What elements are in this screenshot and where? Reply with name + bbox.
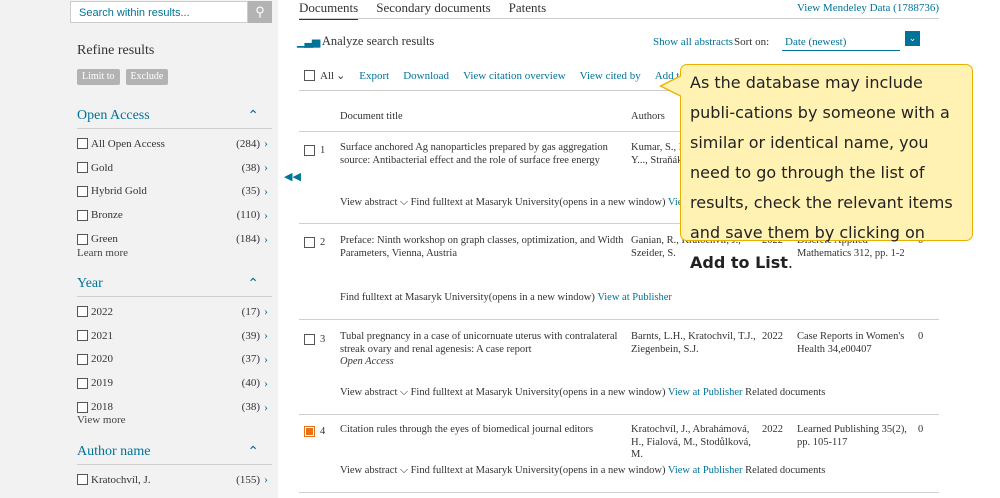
result-title[interactable]: Citation rules through the eyes of biome… xyxy=(340,424,630,437)
facet-item[interactable]: 2020 (37) › xyxy=(77,348,272,372)
analyze-results-link[interactable]: ▁▃▅ Analyze search results xyxy=(297,34,434,49)
result-authors[interactable]: Kratochvíl, J., Abrahámová, H., Fialová,… xyxy=(631,424,759,462)
search-icon[interactable]: ⚲ xyxy=(248,1,272,23)
checkbox[interactable] xyxy=(77,474,88,486)
cited-by-button[interactable]: View cited by xyxy=(580,70,641,82)
checkbox[interactable] xyxy=(77,306,88,318)
chevron-right-icon[interactable]: › xyxy=(264,184,272,199)
chevron-right-icon[interactable]: › xyxy=(264,304,272,319)
chevron-right-icon[interactable]: › xyxy=(264,208,272,223)
mendeley-data-link[interactable]: View Mendeley Data (1788736) xyxy=(797,2,939,14)
checkbox[interactable] xyxy=(77,353,88,365)
facet-author-header[interactable]: Author name ⌃ xyxy=(77,444,267,461)
result-links[interactable]: View abstract ⌵ Find fulltext at Masaryk… xyxy=(340,465,825,477)
checkbox[interactable] xyxy=(77,401,88,413)
chevron-right-icon[interactable]: › xyxy=(264,136,272,151)
facet-title: Year xyxy=(77,276,103,291)
instruction-callout: As the database may include publi-cation… xyxy=(659,64,973,272)
facet-item[interactable]: 2021 (39) › xyxy=(77,324,272,348)
result-links[interactable]: View abstract ⌵ Find fulltext at Masaryk… xyxy=(340,197,709,209)
facet-year-header[interactable]: Year ⌃ xyxy=(77,276,267,293)
result-cited[interactable]: 0 xyxy=(918,424,923,435)
tab-secondary-documents[interactable]: Secondary documents xyxy=(376,0,490,20)
facet-open-access-header[interactable]: Open Access ⌃ xyxy=(77,108,267,125)
result-checkbox[interactable] xyxy=(304,145,315,156)
facet-item[interactable]: Hybrid Gold (35) › xyxy=(77,180,272,204)
facet-item[interactable]: 2022 (17) › xyxy=(77,300,272,324)
exclude-button[interactable]: Exclude xyxy=(125,69,169,85)
sort-label: Sort on: xyxy=(734,36,770,48)
result-number: 3 xyxy=(320,334,326,345)
limit-to-button[interactable]: Limit to xyxy=(77,69,120,85)
checkbox[interactable] xyxy=(77,330,88,342)
result-source[interactable]: Case Reports in Women's Health 34,e00407 xyxy=(797,331,912,356)
facet-title: Open Access xyxy=(77,108,150,123)
tab-documents[interactable]: Documents xyxy=(299,0,359,20)
refine-title: Refine results xyxy=(77,43,155,58)
checkbox[interactable] xyxy=(77,233,88,245)
result-title[interactable]: Preface: Ninth workshop on graph classes… xyxy=(340,235,630,260)
chevron-right-icon[interactable]: › xyxy=(264,472,272,487)
citation-overview-button[interactable]: View citation overview xyxy=(463,70,566,82)
chevron-right-icon[interactable]: › xyxy=(264,160,272,175)
result-cited[interactable]: 0 xyxy=(918,331,923,342)
download-button[interactable]: Download xyxy=(403,70,449,82)
select-all[interactable]: All ⌄ xyxy=(304,69,345,82)
chevron-right-icon[interactable]: › xyxy=(264,376,272,391)
result-title[interactable]: Tubal pregnancy in a case of unicornuate… xyxy=(340,331,630,369)
facet-author-list: Kratochvíl, J. (155) › xyxy=(77,468,272,492)
checkbox[interactable] xyxy=(77,185,88,197)
facet-title: Author name xyxy=(77,444,151,459)
tab-patents[interactable]: Patents xyxy=(509,0,547,20)
chevron-right-icon[interactable]: › xyxy=(264,232,272,247)
result-links[interactable]: Find fulltext at Masaryk University(open… xyxy=(340,292,672,303)
result-authors[interactable]: Barnts, L.H., Kratochvil, T.J., Ziegenbe… xyxy=(631,331,759,356)
checkbox[interactable] xyxy=(77,162,88,174)
export-button[interactable]: Export xyxy=(359,70,389,82)
result-checkbox-checked[interactable] xyxy=(304,426,315,437)
chevron-down-icon[interactable]: ⌄ xyxy=(905,31,920,46)
result-year: 2022 xyxy=(762,331,783,342)
chevron-up-icon[interactable]: ⌃ xyxy=(247,444,259,461)
result-title[interactable]: Surface anchored Ag nanoparticles prepar… xyxy=(340,142,630,167)
result-checkbox[interactable] xyxy=(304,237,315,248)
search-within-input[interactable]: Search within results... xyxy=(70,1,248,23)
bar-chart-icon: ▁▃▅ xyxy=(297,36,320,48)
result-source[interactable]: Learned Publishing 35(2), pp. 105-117 xyxy=(797,424,912,449)
result-number: 4 xyxy=(320,426,326,437)
column-authors[interactable]: Authors xyxy=(631,111,665,122)
facet-item[interactable]: All Open Access (284) › xyxy=(77,132,272,156)
column-title[interactable]: Document title xyxy=(340,111,403,122)
show-all-abstracts-link[interactable]: Show all abstracts xyxy=(653,36,733,48)
chevron-right-icon[interactable]: › xyxy=(264,352,272,367)
checkbox[interactable] xyxy=(304,70,315,81)
sidebar: Search within results... ⚲ Refine result… xyxy=(0,0,278,498)
result-number: 1 xyxy=(320,145,326,156)
learn-more-link[interactable]: Learn more xyxy=(77,247,128,259)
facet-item[interactable]: Bronze (110) › xyxy=(77,203,272,227)
sort-select[interactable]: Date (newest) xyxy=(782,34,900,51)
collapse-sidebar-icon[interactable]: ◀◀ xyxy=(284,170,301,183)
facet-year-list: 2022 (17) › 2021 (39) › 2020 (37) › 2019 (40) › … xyxy=(77,300,272,419)
facet-open-access-list: All Open Access (284) › Gold (38) › Hybrid G… xyxy=(77,132,272,251)
result-links[interactable]: View abstract ⌵ Find fulltext at Masaryk… xyxy=(340,387,825,399)
chevron-down-icon: ⌄ xyxy=(336,70,346,82)
facet-item[interactable]: 2019 (40) › xyxy=(77,371,272,395)
open-access-label: Open Access xyxy=(340,356,394,367)
result-number: 2 xyxy=(320,237,326,248)
result-checkbox[interactable] xyxy=(304,334,315,345)
facet-item[interactable]: Gold (38) › xyxy=(77,156,272,180)
checkbox[interactable] xyxy=(77,209,88,221)
view-more-link[interactable]: View more xyxy=(77,414,126,426)
chevron-right-icon[interactable]: › xyxy=(264,328,272,343)
chevron-right-icon[interactable]: › xyxy=(264,400,272,415)
facet-item[interactable]: Kratochvíl, J. (155) › xyxy=(77,468,272,492)
chevron-up-icon[interactable]: ⌃ xyxy=(247,276,259,293)
checkbox[interactable] xyxy=(77,138,88,150)
chevron-up-icon[interactable]: ⌃ xyxy=(247,108,259,125)
checkbox[interactable] xyxy=(77,377,88,389)
result-year: 2022 xyxy=(762,424,783,435)
